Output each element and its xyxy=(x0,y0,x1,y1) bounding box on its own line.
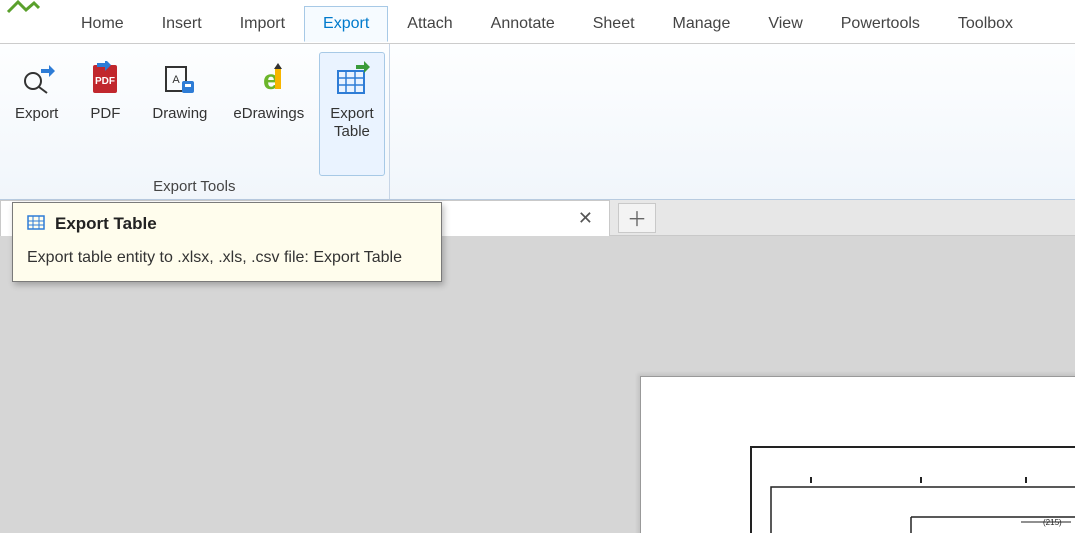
svg-text:A: A xyxy=(172,74,180,86)
menu-export[interactable]: Export xyxy=(304,6,388,42)
menu-powertools[interactable]: Powertools xyxy=(822,6,939,41)
export-table-label: Export Table xyxy=(330,105,373,141)
pdf-icon: PDF xyxy=(85,59,125,99)
close-icon[interactable]: ✕ xyxy=(572,208,599,229)
export-icon xyxy=(17,59,57,99)
edrawings-icon: e xyxy=(249,59,289,99)
drawing-button[interactable]: A Drawing xyxy=(141,52,218,176)
tooltip-title: Export Table xyxy=(55,214,157,234)
edrawings-label: eDrawings xyxy=(233,105,304,123)
export-label: Export xyxy=(15,105,58,123)
menu-insert[interactable]: Insert xyxy=(143,6,221,41)
svg-text:PDF: PDF xyxy=(95,76,115,87)
menu-attach[interactable]: Attach xyxy=(388,6,471,41)
export-table-button[interactable]: Export Table xyxy=(319,52,384,176)
menu-annotate[interactable]: Annotate xyxy=(472,6,574,41)
drawing-icon: A xyxy=(160,59,200,99)
pdf-label: PDF xyxy=(90,105,120,123)
menu-import[interactable]: Import xyxy=(221,6,304,41)
menu-sheet[interactable]: Sheet xyxy=(574,6,654,41)
tooltip-body: Export table entity to .xlsx, .xls, .csv… xyxy=(27,249,427,267)
menu-view[interactable]: View xyxy=(749,6,821,41)
pdf-button[interactable]: PDF PDF xyxy=(73,52,137,176)
menu-toolbox[interactable]: Toolbox xyxy=(939,6,1032,41)
menu-manage[interactable]: Manage xyxy=(654,6,750,41)
menubar: Home Insert Import Export Attach Annotat… xyxy=(0,0,1075,44)
ribbon-group-export-tools: Export PDF PDF A xyxy=(0,44,390,199)
export-button[interactable]: Export xyxy=(4,52,69,176)
menu-home[interactable]: Home xyxy=(62,6,143,41)
ribbon-group-label: Export Tools xyxy=(153,176,235,197)
table-icon xyxy=(27,213,45,235)
export-table-icon xyxy=(332,59,372,99)
ribbon-export: Export PDF PDF A xyxy=(0,44,1075,200)
app-logo-icon xyxy=(6,0,40,14)
plus-icon: ＋ xyxy=(627,203,647,232)
edrawings-button[interactable]: e eDrawings xyxy=(222,52,315,176)
drawing-sheet: (215) xyxy=(640,376,1075,533)
tooltip-export-table: Export Table Export table entity to .xls… xyxy=(12,202,442,282)
drawing-label: Drawing xyxy=(152,105,207,123)
new-tab-button[interactable]: ＋ xyxy=(618,203,656,233)
